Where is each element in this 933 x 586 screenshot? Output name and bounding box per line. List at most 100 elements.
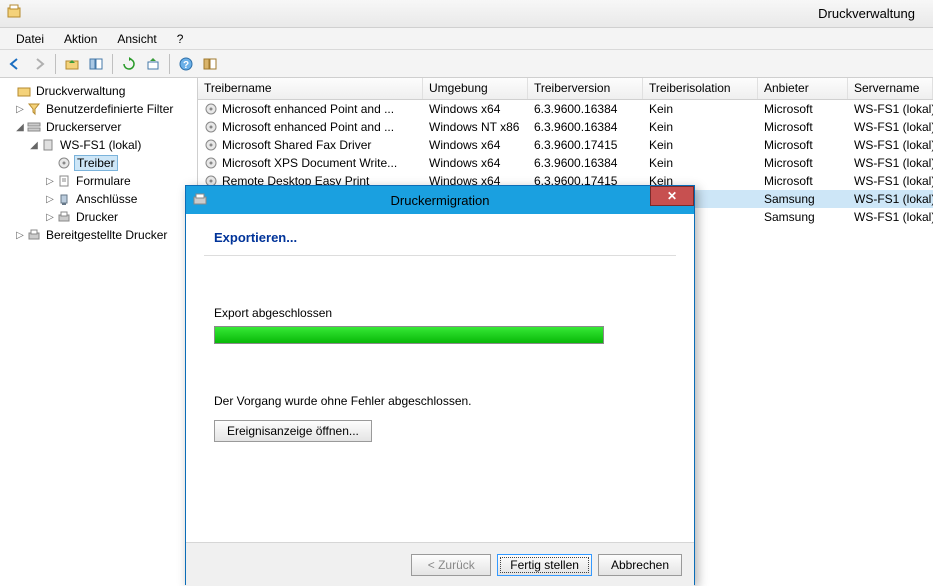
svg-text:?: ? xyxy=(183,60,189,71)
completion-message: Der Vorgang wurde ohne Fehler abgeschlos… xyxy=(214,394,666,408)
tree-label: Druckverwaltung xyxy=(34,84,127,98)
progress-fill xyxy=(215,327,603,343)
list-header: Treibername Umgebung Treiberversion Trei… xyxy=(198,78,933,100)
close-button[interactable]: ✕ xyxy=(650,186,694,206)
cell-iso: Kein xyxy=(643,138,758,152)
tree-print-servers[interactable]: ◢ Druckerserver xyxy=(2,118,195,136)
chevron-down-icon: ◢ xyxy=(14,122,26,133)
toolbar-separator xyxy=(169,54,170,74)
cell-vendor: Microsoft xyxy=(758,120,848,134)
menubar: Datei Aktion Ansicht ? xyxy=(0,28,933,50)
dialog-titlebar[interactable]: Druckermigration ✕ xyxy=(186,186,694,214)
printer-icon xyxy=(56,210,72,224)
cell-server: WS-FS1 (lokal) xyxy=(848,192,933,206)
table-row[interactable]: Microsoft XPS Document Write...Windows x… xyxy=(198,154,933,172)
tree-label: Drucker xyxy=(74,210,120,224)
cell-ver: 6.3.9600.16384 xyxy=(528,120,643,134)
cell-iso: Kein xyxy=(643,120,758,134)
tree-deployed-printers[interactable]: ▷ Bereitgestellte Drucker xyxy=(2,226,195,244)
col-header-name[interactable]: Treibername xyxy=(198,78,423,99)
tree-ports[interactable]: ▷ Anschlüsse xyxy=(2,190,195,208)
dialog-footer: < Zurück Fertig stellen Abbrechen xyxy=(186,542,694,586)
cell-ver: 6.3.9600.16384 xyxy=(528,102,643,116)
chevron-right-icon: ▷ xyxy=(44,212,56,223)
menu-help[interactable]: ? xyxy=(169,30,192,48)
back-button[interactable] xyxy=(4,53,26,75)
nav-tree: Druckverwaltung ▷ Benutzerdefinierte Fil… xyxy=(0,78,198,585)
server-group-icon xyxy=(26,120,42,134)
col-header-ver[interactable]: Treiberversion xyxy=(528,78,643,99)
chevron-down-icon: ◢ xyxy=(28,140,40,151)
printmgmt-icon xyxy=(16,84,32,98)
dialog-title: Druckermigration xyxy=(391,193,490,208)
tree-label: Formulare xyxy=(74,174,133,188)
tree-forms[interactable]: ▷ Formulare xyxy=(2,172,195,190)
cell-ver: 6.3.9600.17415 xyxy=(528,138,643,152)
status-label: Export abgeschlossen xyxy=(214,306,666,320)
cell-name: Microsoft enhanced Point and ... xyxy=(198,120,423,134)
table-row[interactable]: Microsoft Shared Fax DriverWindows x646.… xyxy=(198,136,933,154)
cell-server: WS-FS1 (lokal) xyxy=(848,156,933,170)
menu-file[interactable]: Datei xyxy=(8,30,52,48)
table-row[interactable]: Microsoft enhanced Point and ...Windows … xyxy=(198,118,933,136)
driver-file-icon xyxy=(204,138,218,152)
chevron-right-icon: ▷ xyxy=(14,104,26,115)
tree-label: Bereitgestellte Drucker xyxy=(44,228,169,242)
driver-file-icon xyxy=(204,120,218,134)
show-hide-tree-button[interactable] xyxy=(85,53,107,75)
toolbar: ? xyxy=(0,50,933,78)
cell-name: Microsoft XPS Document Write... xyxy=(198,156,423,170)
cancel-button[interactable]: Abbrechen xyxy=(598,554,682,576)
server-icon xyxy=(40,138,56,152)
back-button: < Zurück xyxy=(411,554,491,576)
tree-printers[interactable]: ▷ Drucker xyxy=(2,208,195,226)
driver-file-icon xyxy=(204,102,218,116)
tree-root[interactable]: Druckverwaltung xyxy=(2,82,195,100)
tree-server[interactable]: ◢ WS-FS1 (lokal) xyxy=(2,136,195,154)
printer-migration-dialog: Druckermigration ✕ Exportieren... Export… xyxy=(185,185,695,585)
deployed-printer-icon xyxy=(26,228,42,242)
menu-view[interactable]: Ansicht xyxy=(109,30,164,48)
window-title: Druckverwaltung xyxy=(818,6,915,21)
properties-button[interactable] xyxy=(199,53,221,75)
cell-iso: Kein xyxy=(643,102,758,116)
table-row[interactable]: Microsoft enhanced Point and ...Windows … xyxy=(198,100,933,118)
up-folder-button[interactable] xyxy=(61,53,83,75)
forms-icon xyxy=(56,174,72,188)
col-header-vendor[interactable]: Anbieter xyxy=(758,78,848,99)
cell-env: Windows x64 xyxy=(423,156,528,170)
cell-env: Windows NT x86 xyxy=(423,120,528,134)
tree-label: WS-FS1 (lokal) xyxy=(58,138,143,152)
app-icon xyxy=(6,4,22,23)
dialog-body: Exportieren... Export abgeschlossen Der … xyxy=(186,214,694,542)
cell-server: WS-FS1 (lokal) xyxy=(848,210,933,224)
tree-custom-filters[interactable]: ▷ Benutzerdefinierte Filter xyxy=(2,100,195,118)
col-header-env[interactable]: Umgebung xyxy=(423,78,528,99)
cell-vendor: Microsoft xyxy=(758,156,848,170)
tree-label: Druckerserver xyxy=(44,120,123,134)
refresh-button[interactable] xyxy=(118,53,140,75)
progress-bar xyxy=(214,326,604,344)
cell-env: Windows x64 xyxy=(423,138,528,152)
driver-file-icon xyxy=(204,156,218,170)
cell-ver: 6.3.9600.16384 xyxy=(528,156,643,170)
help-button[interactable]: ? xyxy=(175,53,197,75)
cell-env: Windows x64 xyxy=(423,102,528,116)
col-header-server[interactable]: Servername xyxy=(848,78,933,99)
menu-action[interactable]: Aktion xyxy=(56,30,105,48)
ports-icon xyxy=(56,192,72,206)
chevron-right-icon: ▷ xyxy=(44,194,56,205)
export-button[interactable] xyxy=(142,53,164,75)
toolbar-separator xyxy=(112,54,113,74)
chevron-right-icon: ▷ xyxy=(14,230,26,241)
driver-icon xyxy=(56,156,72,170)
forward-button[interactable] xyxy=(28,53,50,75)
finish-button[interactable]: Fertig stellen xyxy=(497,554,592,576)
cell-vendor: Samsung xyxy=(758,192,848,206)
cell-name: Microsoft Shared Fax Driver xyxy=(198,138,423,152)
cell-vendor: Samsung xyxy=(758,210,848,224)
col-header-iso[interactable]: Treiberisolation xyxy=(643,78,758,99)
tree-label: Benutzerdefinierte Filter xyxy=(44,102,175,116)
open-event-viewer-button[interactable]: Ereignisanzeige öffnen... xyxy=(214,420,372,442)
tree-drivers[interactable]: Treiber xyxy=(2,154,195,172)
